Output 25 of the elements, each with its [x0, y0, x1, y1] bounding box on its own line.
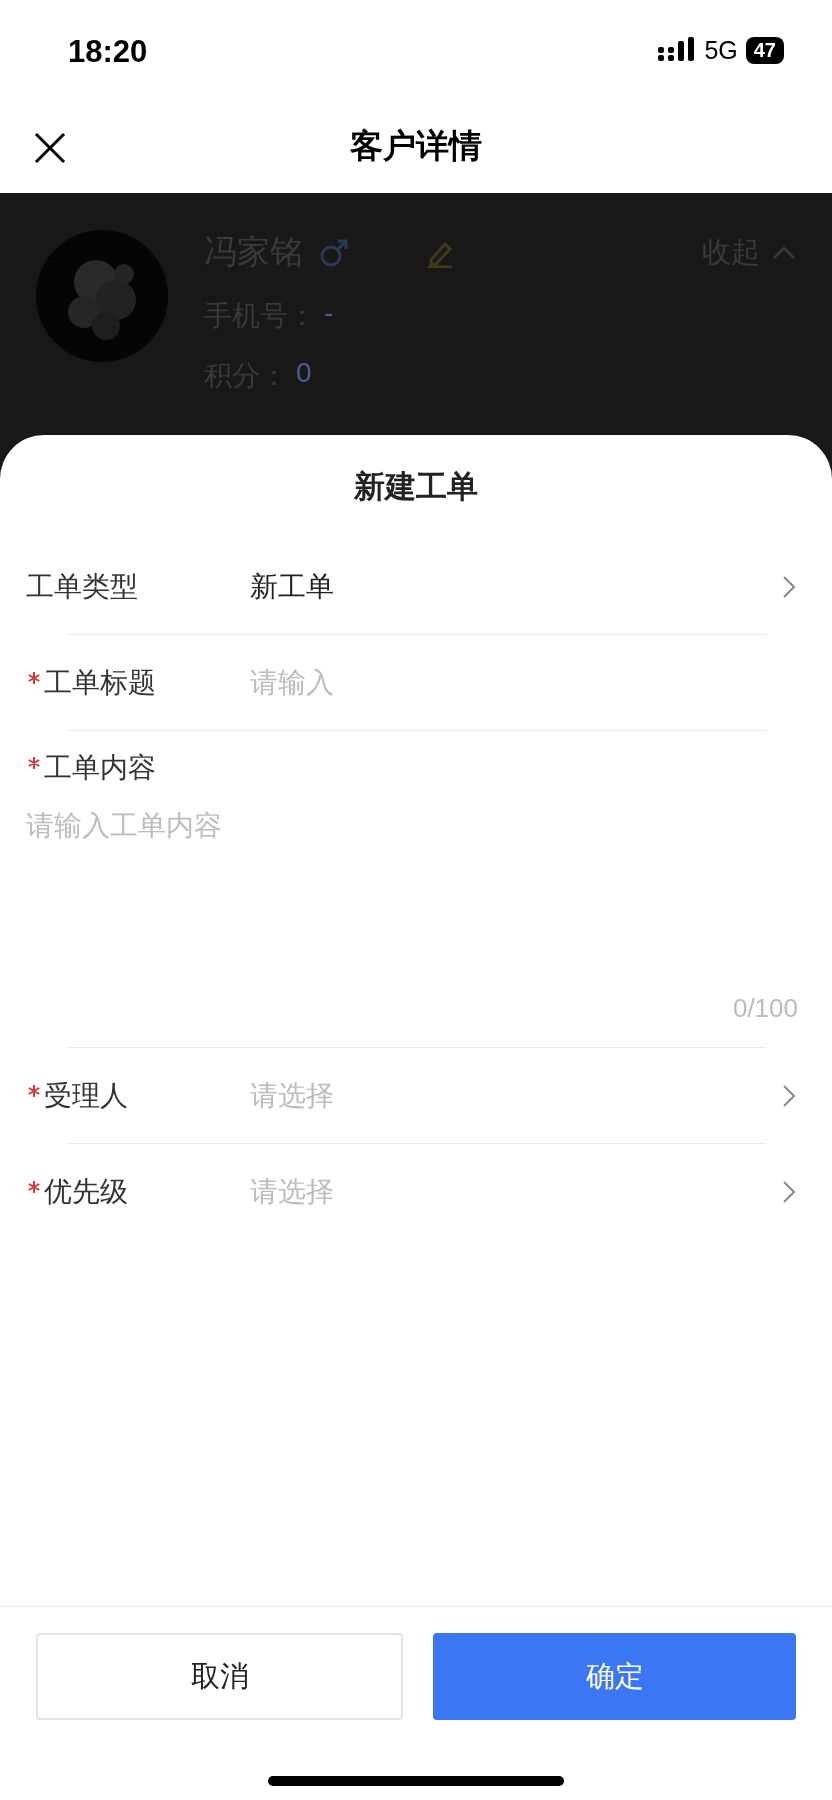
field-label: 工单内容: [26, 749, 250, 787]
battery-level: 47: [745, 36, 784, 64]
network-label: 5G: [704, 35, 738, 65]
chevron-right-icon: [782, 1084, 796, 1108]
content-field[interactable]: 请输入工单内容: [26, 807, 798, 993]
caret-up-icon: [772, 245, 796, 260]
page-title: 客户详情: [350, 126, 482, 166]
chevron-right-icon: [782, 575, 796, 599]
character-counter: 0/100: [732, 993, 798, 1024]
status-time: 18:20: [68, 34, 148, 70]
sheet-title: 新建工单: [353, 468, 479, 506]
field-value: 0: [296, 357, 312, 390]
field-label: 优先级: [26, 1173, 250, 1211]
cancel-button[interactable]: 取消: [36, 1633, 403, 1720]
confirm-button[interactable]: 确定: [433, 1633, 796, 1720]
field-label: 工单类型: [26, 570, 139, 604]
signal-icon: [658, 37, 697, 63]
field-label: 受理人: [26, 1077, 250, 1115]
select-field[interactable]: 新工单: [250, 568, 782, 606]
close-icon: [34, 132, 66, 164]
field-label: 工单标题: [26, 664, 250, 702]
field-value: -: [324, 297, 334, 330]
chevron-right-icon: [782, 1180, 796, 1204]
male-icon: [319, 237, 349, 268]
input-field[interactable]: 请输入: [250, 667, 796, 699]
